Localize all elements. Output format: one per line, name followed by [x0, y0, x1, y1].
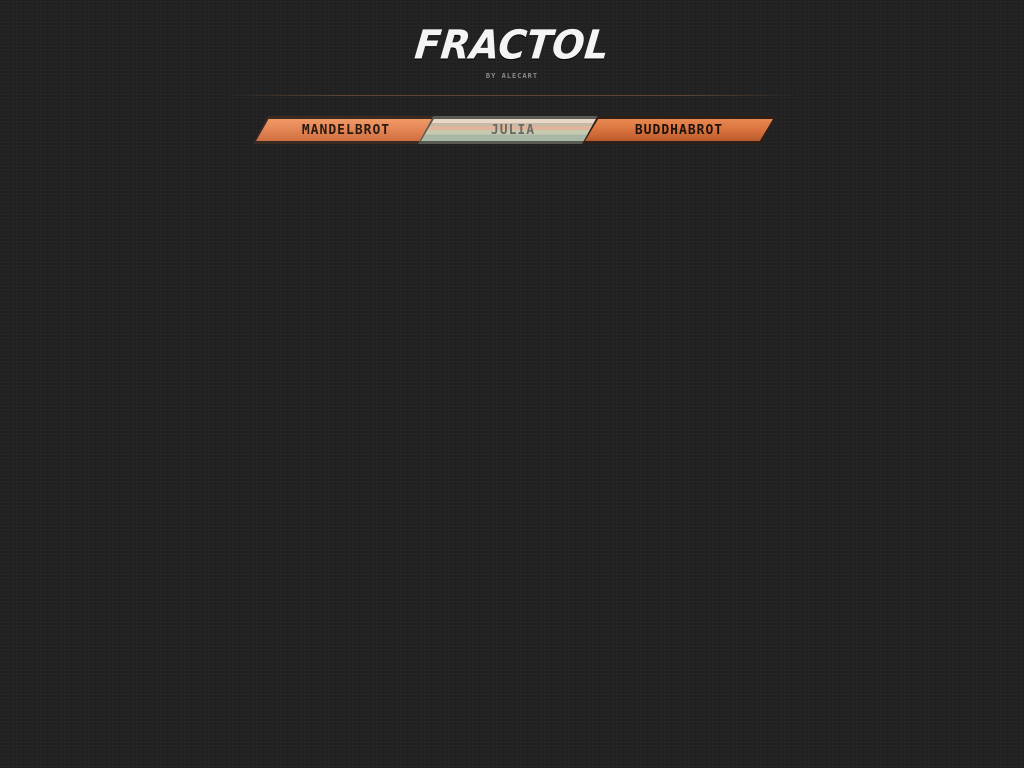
tab-buddhabrot[interactable]: BUDDHABROT [582, 116, 776, 144]
tab-label: BUDDHABROT [634, 122, 724, 138]
tab-julia[interactable]: JULIA [418, 116, 608, 144]
tab-label: JULIA [490, 122, 536, 138]
fractal-tabs: MANDELBROT JULIA BUDDHABROT [0, 0, 1024, 160]
tab-mandelbrot[interactable]: MANDELBROT [253, 116, 439, 144]
tab-label: MANDELBROT [301, 122, 391, 138]
